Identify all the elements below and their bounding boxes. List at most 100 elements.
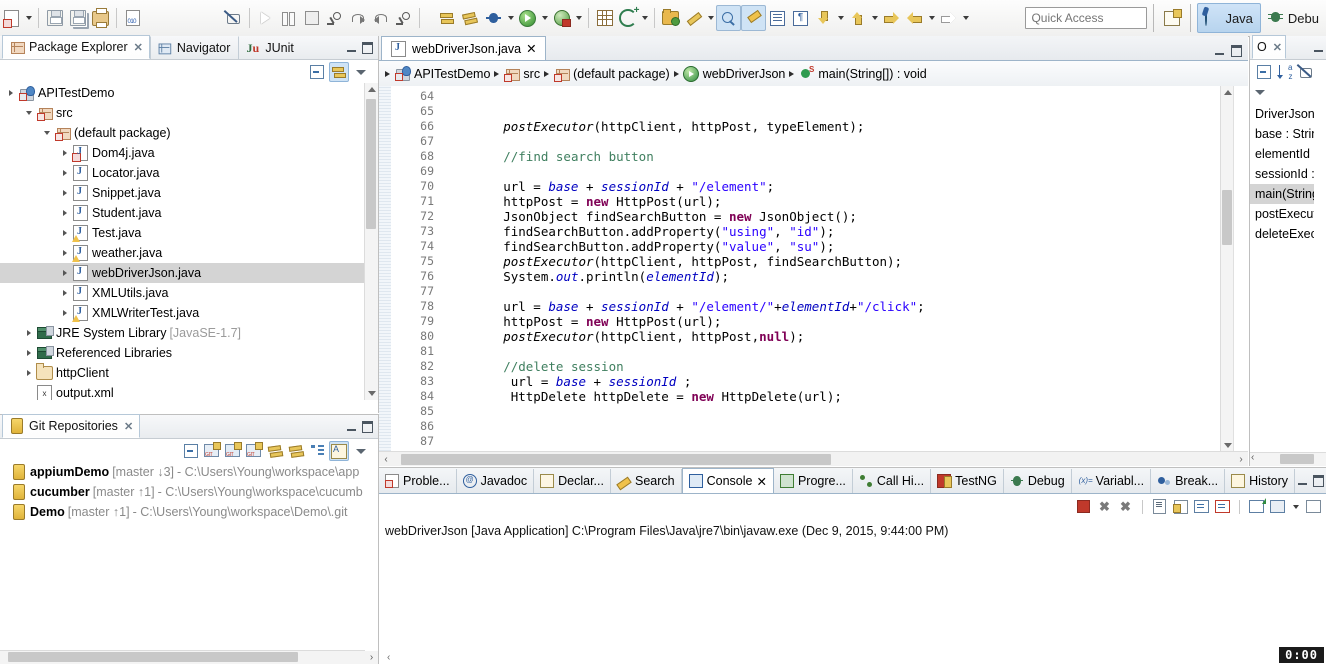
maximize-button[interactable]	[1229, 44, 1243, 58]
outline-row[interactable]: base : String	[1250, 124, 1314, 144]
outline-row[interactable]: main(String[	[1250, 184, 1314, 204]
tree-item[interactable]: xoutput.xml	[0, 383, 364, 400]
scroll-thumb[interactable]	[366, 99, 376, 229]
tree-item[interactable]: XMLWriterTest.java	[0, 303, 364, 323]
annotation-ruler[interactable]	[379, 86, 391, 466]
create-repository-button[interactable]: GIT	[245, 442, 263, 460]
collapse-all-button[interactable]	[308, 63, 326, 81]
tab-webdriverjson[interactable]: webDriverJson.java ✕	[381, 36, 546, 60]
package-explorer-vscrollbar[interactable]	[364, 83, 378, 400]
open-search-button[interactable]	[716, 5, 741, 31]
code-line[interactable]: findSearchButton.addProperty("value", "s…	[443, 239, 1248, 254]
minimize-button[interactable]	[344, 41, 358, 55]
new-wizard-button[interactable]	[0, 6, 23, 30]
code-line[interactable]: url = base + sessionId + "/element/"+ele…	[443, 299, 1248, 314]
editor-vscrollbar[interactable]	[1220, 86, 1234, 452]
package-explorer-tree[interactable]: APITestDemosrc(default package)Dom4j.jav…	[0, 83, 364, 400]
debug-dropdown[interactable]	[505, 6, 516, 30]
console-tab[interactable]: Debug	[1004, 469, 1072, 493]
tab-package-explorer[interactable]: Package Explorer ✕	[2, 35, 150, 59]
terminate-button[interactable]	[1075, 499, 1092, 515]
console-tab[interactable]: Break...	[1151, 469, 1225, 493]
tree-item[interactable]: Locator.java	[0, 163, 364, 183]
code-line[interactable]: url = base + sessionId + "/element";	[443, 179, 1248, 194]
tab-junit[interactable]: Ju JUnit	[238, 36, 301, 59]
display-console-button[interactable]	[1269, 499, 1286, 515]
clear-console-button[interactable]	[1151, 499, 1168, 515]
overview-ruler[interactable]	[1233, 86, 1248, 466]
code-line[interactable]	[443, 419, 1248, 434]
open-perspective-button[interactable]	[1160, 6, 1184, 30]
pencil-dropdown[interactable]	[705, 6, 716, 30]
breadcrumb-item-package[interactable]: (default package)	[553, 67, 670, 81]
twisty-collapsed[interactable]	[58, 150, 72, 156]
console-tab[interactable]: History	[1225, 469, 1295, 493]
twisty-collapsed[interactable]	[58, 230, 72, 236]
tree-item[interactable]: src	[0, 103, 364, 123]
code-line[interactable]: postExecutor(httpClient, httpPost, findS…	[443, 254, 1248, 269]
scroll-down-icon[interactable]	[1224, 443, 1232, 448]
git-repositories-hscrollbar[interactable]	[0, 650, 365, 664]
scroll-thumb[interactable]	[1222, 190, 1232, 245]
maximize-button[interactable]	[360, 420, 374, 434]
code-line[interactable]: //find search button	[443, 149, 1248, 164]
console-tab[interactable]: Console✕	[682, 468, 774, 493]
clone-repository-button[interactable]: GIT	[224, 442, 242, 460]
twisty-collapsed[interactable]	[58, 210, 72, 216]
console-tab[interactable]: @Javadoc	[457, 469, 535, 493]
twisty-collapsed[interactable]	[22, 330, 36, 336]
minimize-button[interactable]	[1311, 41, 1325, 55]
tree-item[interactable]: (default package)	[0, 123, 364, 143]
code-line[interactable]: postExecutor(httpClient, httpPost,null);	[443, 329, 1248, 344]
tree-item[interactable]: webDriverJson.java	[0, 263, 364, 283]
drop-to-frame-button[interactable]	[392, 6, 415, 30]
close-icon[interactable]: ✕	[756, 474, 766, 489]
link-with-selection-button[interactable]	[329, 441, 349, 461]
view-menu-button[interactable]	[352, 442, 370, 460]
fetch-button[interactable]	[266, 442, 284, 460]
next-annotation-dropdown[interactable]	[835, 6, 846, 30]
resume-button[interactable]	[254, 6, 277, 30]
twisty-collapsed[interactable]	[58, 190, 72, 196]
close-icon[interactable]: ✕	[1273, 41, 1281, 54]
twisty-expanded[interactable]	[22, 111, 36, 115]
breadcrumb-item-class[interactable]: webDriverJson	[683, 66, 786, 82]
toggle-block-button[interactable]: ¶	[789, 6, 812, 30]
minimize-button[interactable]	[1295, 474, 1309, 488]
scroll-thumb[interactable]	[1280, 454, 1314, 464]
remove-launch-button[interactable]: ✖	[1096, 499, 1113, 515]
run-dropdown[interactable]	[539, 6, 550, 30]
code-line[interactable]: findSearchButton.addProperty("using", "i…	[443, 224, 1248, 239]
twisty-collapsed[interactable]	[4, 90, 18, 96]
open-type-button[interactable]	[659, 6, 682, 30]
console-tab[interactable]: Call Hi...	[853, 469, 931, 493]
pencil-button[interactable]	[682, 6, 705, 30]
tree-item[interactable]: JRE System Library[JavaSE-1.7]	[0, 323, 364, 343]
outline-tree[interactable]: DriverJsonbase : StringelementId :sessio…	[1250, 104, 1314, 452]
code-line[interactable]: httpPost = new HttpPost(url);	[443, 314, 1248, 329]
open-console-button[interactable]	[1248, 499, 1265, 515]
annotation-button[interactable]	[741, 5, 766, 31]
toggle-link-button[interactable]	[222, 6, 245, 30]
code-line[interactable]: System.out.println(elementId);	[443, 269, 1248, 284]
code-line[interactable]	[443, 284, 1248, 299]
print-button[interactable]	[89, 6, 112, 30]
twisty-expanded[interactable]	[40, 131, 54, 135]
git-hscroll-right-button[interactable]: ›	[365, 651, 378, 664]
code-line[interactable]: //delete session	[443, 359, 1248, 374]
save-button[interactable]	[43, 6, 66, 30]
next-annotation-button[interactable]	[812, 6, 835, 30]
add-repository-button[interactable]: GIT	[203, 442, 221, 460]
tree-item[interactable]: XMLUtils.java	[0, 283, 364, 303]
scroll-thumb[interactable]	[8, 652, 298, 662]
perspective-debug[interactable]: Debu	[1261, 4, 1326, 32]
new-class-button[interactable]	[616, 6, 639, 30]
console-tab[interactable]: Progre...	[774, 469, 853, 493]
scroll-thumb[interactable]	[401, 454, 831, 465]
suspend-button[interactable]	[277, 6, 300, 30]
back-button[interactable]	[903, 6, 926, 30]
console-tab[interactable]: Proble...	[379, 469, 457, 493]
close-icon[interactable]: ✕	[124, 420, 132, 433]
link-with-editor-button[interactable]	[329, 62, 349, 82]
new-java-project-button[interactable]	[593, 6, 616, 30]
